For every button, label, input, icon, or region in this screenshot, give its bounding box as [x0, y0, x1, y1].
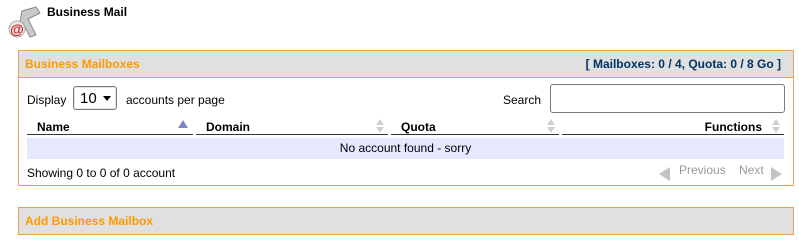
- column-header-domain[interactable]: Domain: [196, 117, 388, 135]
- sort-ascending-icon: [178, 119, 188, 133]
- column-functions-label: Functions: [704, 120, 762, 134]
- previous-button[interactable]: Previous: [679, 163, 726, 177]
- sort-both-icon: [546, 119, 556, 133]
- previous-arrow-icon[interactable]: [659, 167, 670, 181]
- column-header-functions[interactable]: Functions: [562, 117, 784, 135]
- chevron-down-icon: [103, 96, 111, 101]
- sort-both-icon: [771, 119, 781, 133]
- table-info: Showing 0 to 0 of 0 account: [27, 166, 176, 180]
- table-header: Name Domain Quota Functions: [27, 117, 784, 136]
- next-arrow-icon[interactable]: [771, 167, 782, 181]
- next-button[interactable]: Next: [739, 163, 764, 177]
- empty-table-message: No account found - sorry: [27, 138, 784, 159]
- length-menu-suffix: accounts per page: [126, 93, 225, 107]
- column-domain-label: Domain: [206, 120, 251, 134]
- column-quota-label: Quota: [401, 120, 436, 134]
- page-length-value: 10: [80, 90, 97, 107]
- length-menu-label: Display: [27, 93, 67, 107]
- search-label: Search: [503, 93, 542, 107]
- svg-text:@: @: [10, 21, 24, 37]
- page-length-select[interactable]: 10: [73, 86, 117, 110]
- add-mailbox-panel[interactable]: Add Business Mailbox: [18, 207, 794, 235]
- search-input[interactable]: [550, 84, 785, 113]
- mailboxes-stats: [ Mailboxes: 0 / 4, Quota: 0 / 8 Go ]: [585, 57, 781, 71]
- add-mailbox-panel-title[interactable]: Add Business Mailbox: [25, 214, 153, 228]
- column-name-label: Name: [37, 120, 70, 134]
- mailboxes-panel-title: Business Mailboxes: [25, 57, 140, 71]
- page-title: Business Mail: [47, 5, 128, 19]
- at-mail-icon: @: [6, 5, 42, 39]
- column-header-quota[interactable]: Quota: [391, 117, 559, 135]
- column-header-name[interactable]: Name: [27, 117, 193, 135]
- sort-both-icon: [375, 119, 385, 133]
- pagination: Previous Next: [659, 163, 783, 181]
- mailboxes-panel-header: Business Mailboxes [ Mailboxes: 0 / 4, Q…: [19, 51, 793, 78]
- mailboxes-panel: Business Mailboxes [ Mailboxes: 0 / 4, Q…: [18, 50, 794, 186]
